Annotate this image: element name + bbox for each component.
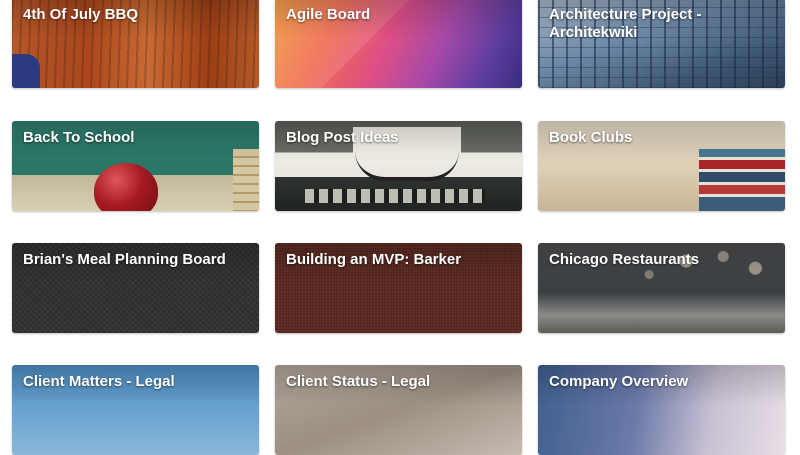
board-tile-client-status-legal[interactable]: Client Status - Legal [275, 365, 522, 455]
board-tile-client-matters-legal[interactable]: Client Matters - Legal [12, 365, 259, 455]
board-tile-book-clubs[interactable]: Book Clubs [538, 121, 785, 211]
board-tile-chicago-restaurants[interactable]: Chicago Restaurants [538, 243, 785, 333]
board-tile-architecture-project[interactable]: Architecture Project - Architekwiki [538, 0, 785, 88]
board-tile-building-an-mvp-barker[interactable]: Building an MVP: Barker [275, 243, 522, 333]
board-title: Book Clubs [549, 129, 633, 146]
board-title: Company Overview [549, 373, 689, 390]
board-title: Chicago Restaurants [549, 251, 700, 268]
board-tile-blog-post-ideas[interactable]: Blog Post Ideas [275, 121, 522, 211]
board-title: 4th Of July BBQ [23, 6, 139, 23]
board-tile-4th-of-july-bbq[interactable]: 4th Of July BBQ [12, 0, 259, 88]
board-title: Client Status - Legal [286, 373, 431, 390]
board-title: Back To School [23, 129, 135, 146]
board-title: Architecture Project - Architekwiki [549, 6, 702, 41]
board-title: Blog Post Ideas [286, 129, 399, 146]
board-tile-agile-board[interactable]: Agile Board [275, 0, 522, 88]
board-title: Building an MVP: Barker [286, 251, 462, 268]
board-tile-back-to-school[interactable]: Back To School [12, 121, 259, 211]
board-title: Brian's Meal Planning Board [23, 251, 226, 268]
board-title: Client Matters - Legal [23, 373, 175, 390]
board-tile-company-overview[interactable]: Company Overview [538, 365, 785, 455]
board-tile-brians-meal-planning-board[interactable]: Brian's Meal Planning Board [12, 243, 259, 333]
board-grid: 4th Of July BBQ Agile Board Architecture… [0, 0, 800, 455]
board-title: Agile Board [286, 6, 371, 23]
